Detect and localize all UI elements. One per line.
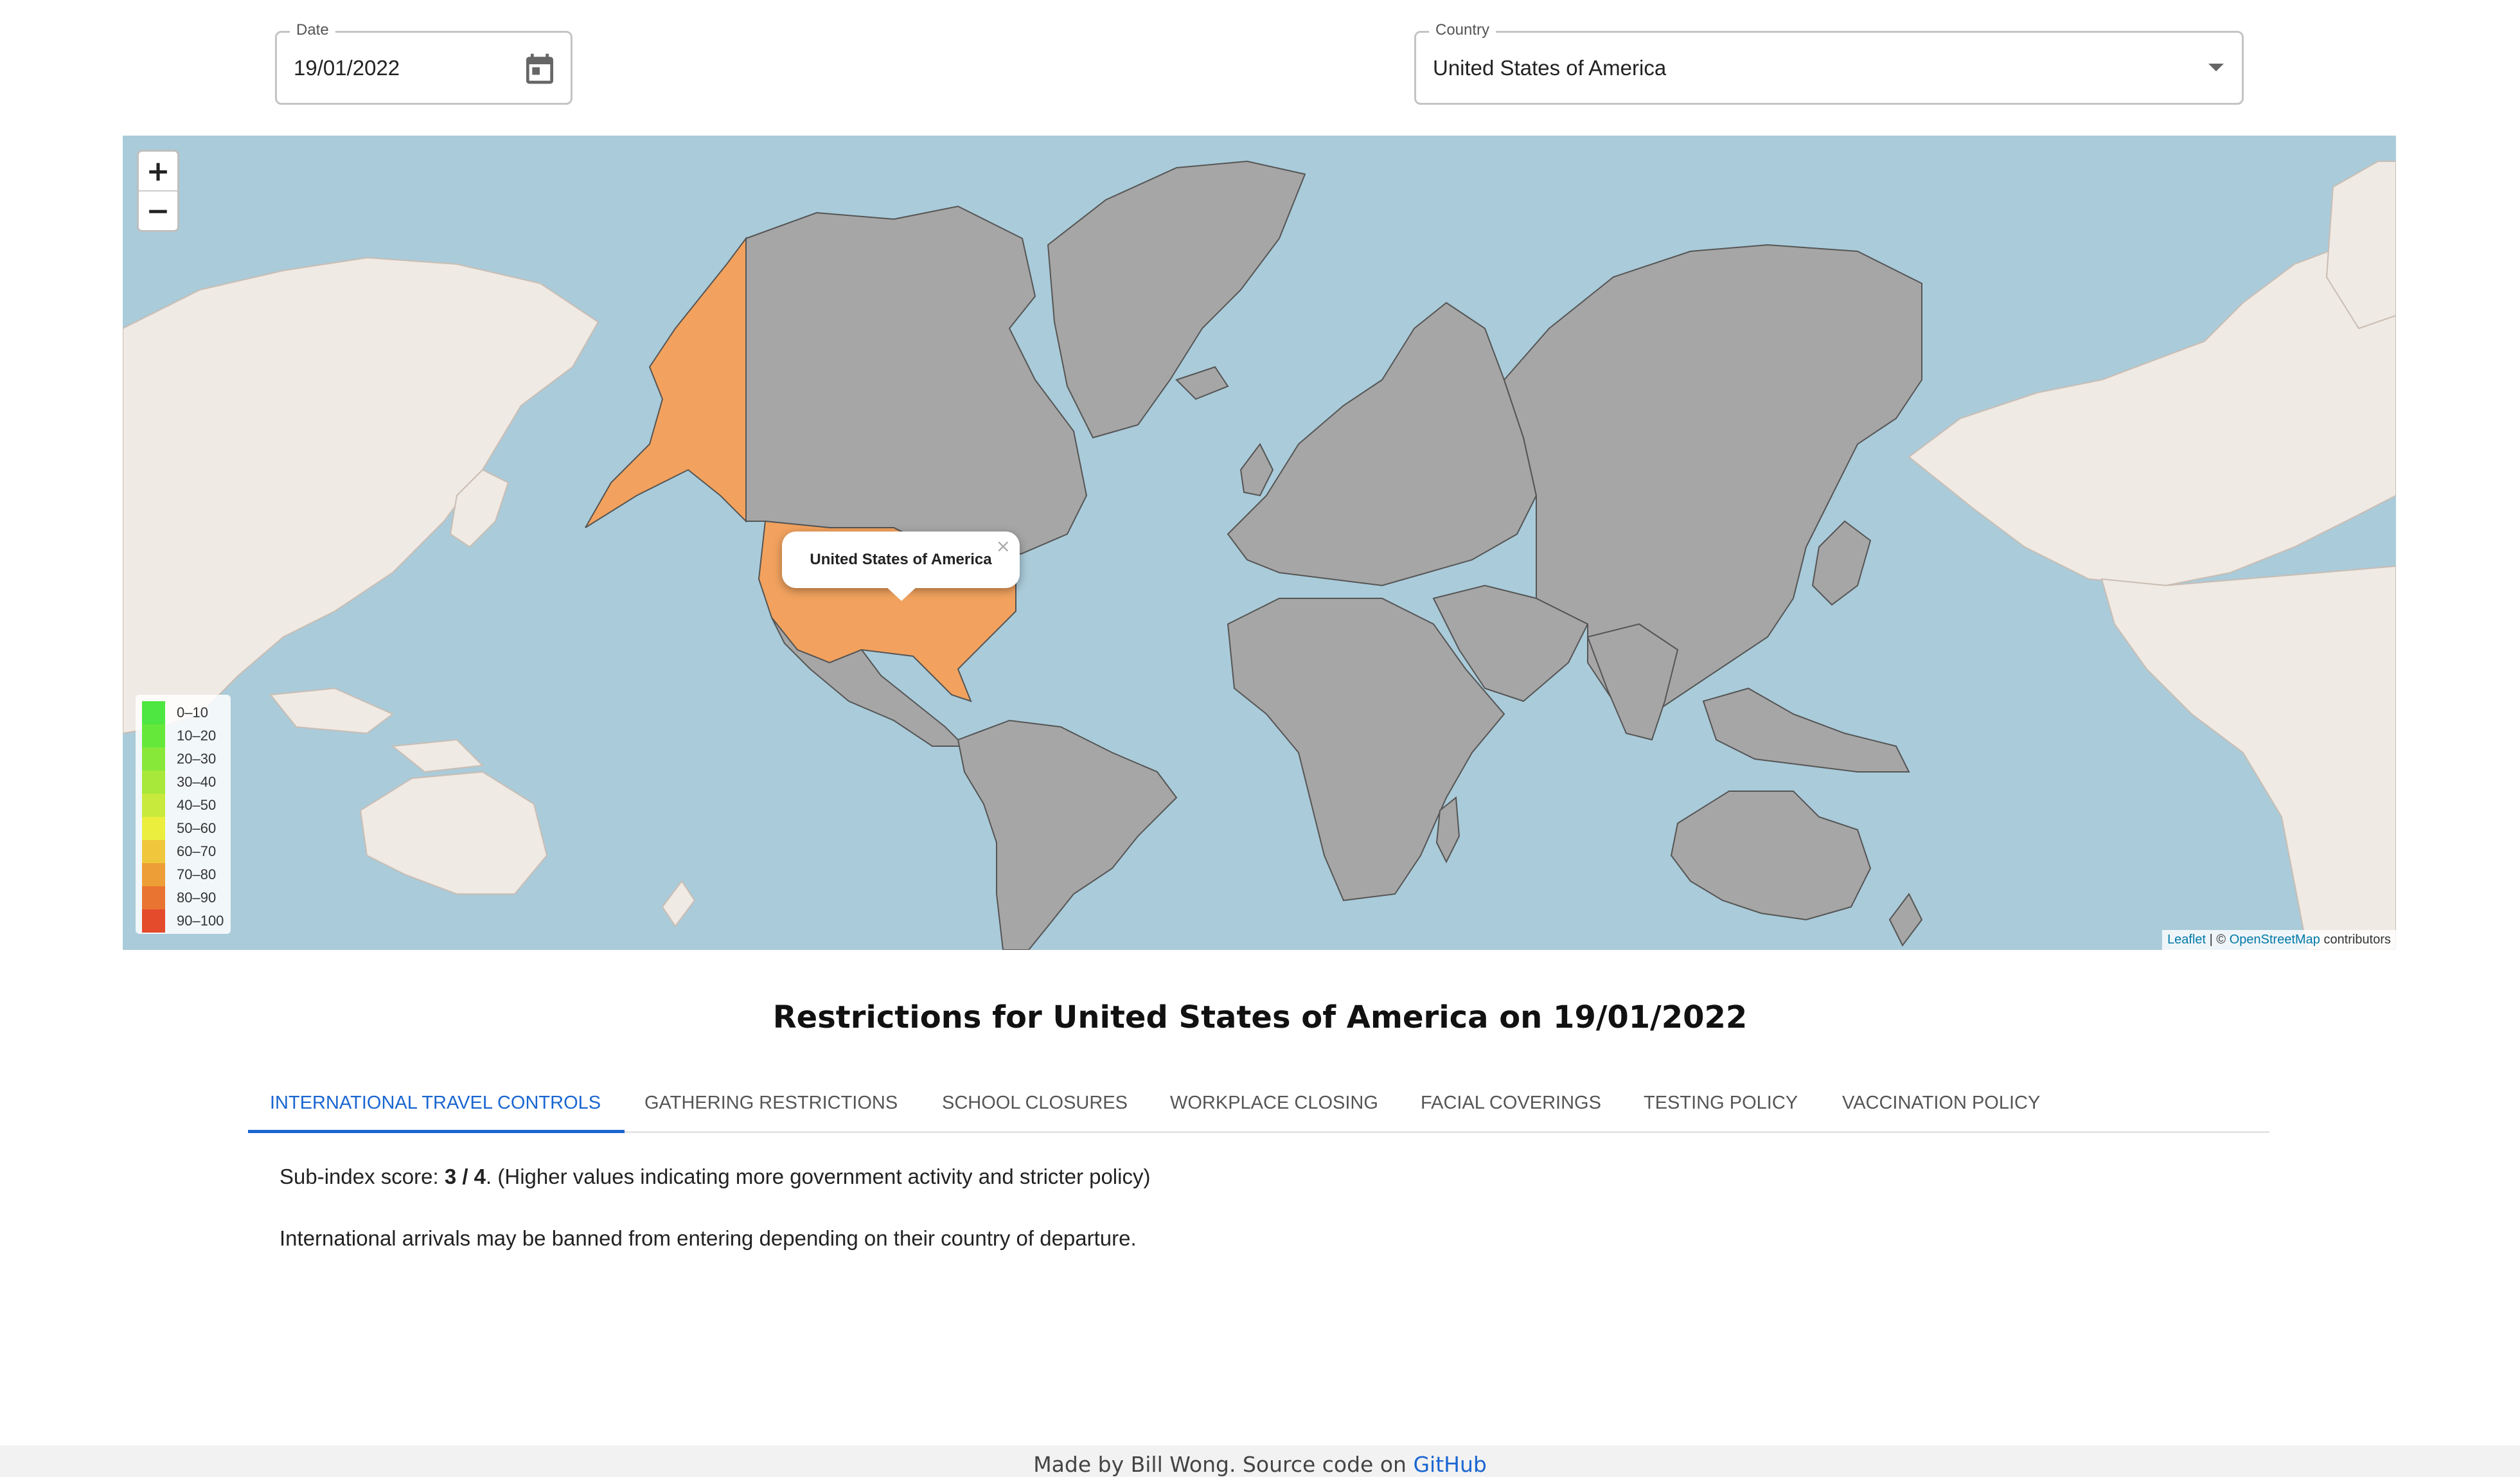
europe-shape[interactable] [1227, 301, 1538, 587]
legend-row: 40–50 [142, 794, 231, 817]
world-map[interactable]: + − United States of America × 0–10 10–20… [123, 136, 2396, 950]
legend-label: 20–30 [177, 751, 217, 767]
legend-label: 10–20 [177, 728, 217, 744]
canada-shape[interactable] [745, 205, 1088, 568]
map-canvas[interactable] [123, 136, 2396, 950]
country-select[interactable]: Country United States of America [1414, 21, 2244, 105]
sub-index-score-line: Sub-index score: 3 / 4. (Higher values i… [280, 1165, 1150, 1189]
legend-label: 40–50 [177, 797, 217, 813]
legend-label: 80–90 [177, 890, 217, 906]
score-prefix: Sub-index score: [280, 1165, 445, 1188]
legend-swatch [142, 840, 165, 863]
score-value: 3 / 4 [444, 1165, 486, 1188]
basemap-land-indonesia-left [269, 687, 484, 773]
legend-row: 80–90 [142, 886, 231, 909]
calendar-icon[interactable] [522, 51, 558, 87]
legend-swatch [142, 701, 165, 724]
tab-vaccination-policy[interactable]: VACCINATION POLICY [1842, 1075, 2040, 1131]
legend-label: 70–80 [177, 866, 217, 882]
south-america-shape[interactable] [957, 719, 1178, 950]
uk-shape[interactable] [1239, 443, 1274, 497]
legend-label: 60–70 [177, 843, 217, 859]
legend-swatch [142, 886, 165, 909]
zoom-out-button[interactable]: − [139, 190, 177, 230]
country-popup: United States of America × [782, 532, 1020, 588]
tab-school-closures[interactable]: SCHOOL CLOSURES [942, 1075, 1128, 1131]
legend-label: 0–10 [177, 704, 208, 720]
popup-country-name: United States of America [810, 551, 992, 568]
tab-workplace-closing[interactable]: WORKPLACE CLOSING [1170, 1075, 1378, 1131]
github-link[interactable]: GitHub [1413, 1452, 1486, 1477]
active-tab-indicator [248, 1130, 625, 1133]
legend-swatch [142, 794, 165, 817]
alaska-shape[interactable] [585, 237, 747, 528]
southeast-asia-shape[interactable] [1702, 687, 1910, 773]
legend-row: 30–40 [142, 771, 231, 794]
legend-row: 20–30 [142, 747, 231, 771]
legend-swatch [142, 771, 165, 794]
map-legend: 0–10 10–20 20–30 30–40 40–50 50–60 60–70 70–80 8… [136, 695, 231, 934]
zoom-in-button[interactable]: + [139, 152, 177, 190]
tab-gathering-restrictions[interactable]: GATHERING RESTRICTIONS [644, 1075, 898, 1131]
greenland-shape[interactable] [1047, 160, 1306, 439]
basemap-land-usa-right [2100, 565, 2396, 950]
policy-description: International arrivals may be banned fro… [280, 1226, 1137, 1250]
japan-shape[interactable] [1811, 520, 1872, 606]
map-attribution: Leaflet | © OpenStreetMap contributors [2162, 930, 2396, 950]
tab-facial-coverings[interactable]: FACIAL COVERINGS [1421, 1075, 1601, 1131]
legend-label: 90–100 [177, 913, 224, 929]
date-picker-field[interactable]: Date 19/01/2022 [275, 21, 572, 105]
legend-swatch [142, 863, 165, 886]
basemap-land-asia-left [123, 256, 599, 735]
basemap-land-canada-right [1908, 231, 2396, 587]
zoom-control: + − [137, 150, 179, 232]
attribution-separator: | © [2206, 933, 2230, 947]
attribution-suffix: contributors [2320, 933, 2391, 947]
basemap-land-newzealand-left [661, 880, 696, 927]
legend-row: 50–60 [142, 817, 231, 840]
tab-international-travel-controls[interactable]: INTERNATIONAL TRAVEL CONTROLS [270, 1075, 601, 1131]
iceland-shape[interactable] [1175, 366, 1229, 400]
close-icon[interactable]: × [996, 535, 1011, 557]
footer-text: Made by Bill Wong. Source code on [1033, 1452, 1414, 1477]
policy-tabs: INTERNATIONAL TRAVEL CONTROLS GATHERING … [248, 1075, 2269, 1133]
page-title: Restrictions for United States of Americ… [772, 999, 1748, 1035]
legend-row: 70–80 [142, 863, 231, 886]
legend-swatch [142, 909, 165, 933]
legend-row: 90–100 [142, 909, 231, 933]
popup-tip [885, 586, 918, 601]
footer: Made by Bill Wong. Source code on GitHub [0, 1445, 2520, 1477]
date-value[interactable]: 19/01/2022 [294, 33, 400, 103]
legend-row: 60–70 [142, 840, 231, 863]
score-suffix: . (Higher values indicating more governm… [486, 1165, 1151, 1188]
leaflet-link[interactable]: Leaflet [2167, 933, 2206, 947]
legend-swatch [142, 724, 165, 747]
osm-link[interactable]: OpenStreetMap [2230, 933, 2320, 947]
legend-row: 10–20 [142, 724, 231, 747]
new-zealand-shape[interactable] [1888, 893, 1923, 947]
basemap-land-australia-left [359, 771, 548, 895]
legend-row: 0–10 [142, 701, 231, 724]
chevron-down-icon[interactable] [2208, 64, 2224, 71]
legend-label: 50–60 [177, 820, 217, 836]
legend-label: 30–40 [177, 774, 217, 790]
legend-swatch [142, 817, 165, 840]
tab-testing-policy[interactable]: TESTING POLICY [1644, 1075, 1798, 1131]
australia-shape[interactable] [1670, 791, 1872, 921]
country-value[interactable]: United States of America [1433, 33, 1666, 103]
legend-swatch [142, 747, 165, 771]
